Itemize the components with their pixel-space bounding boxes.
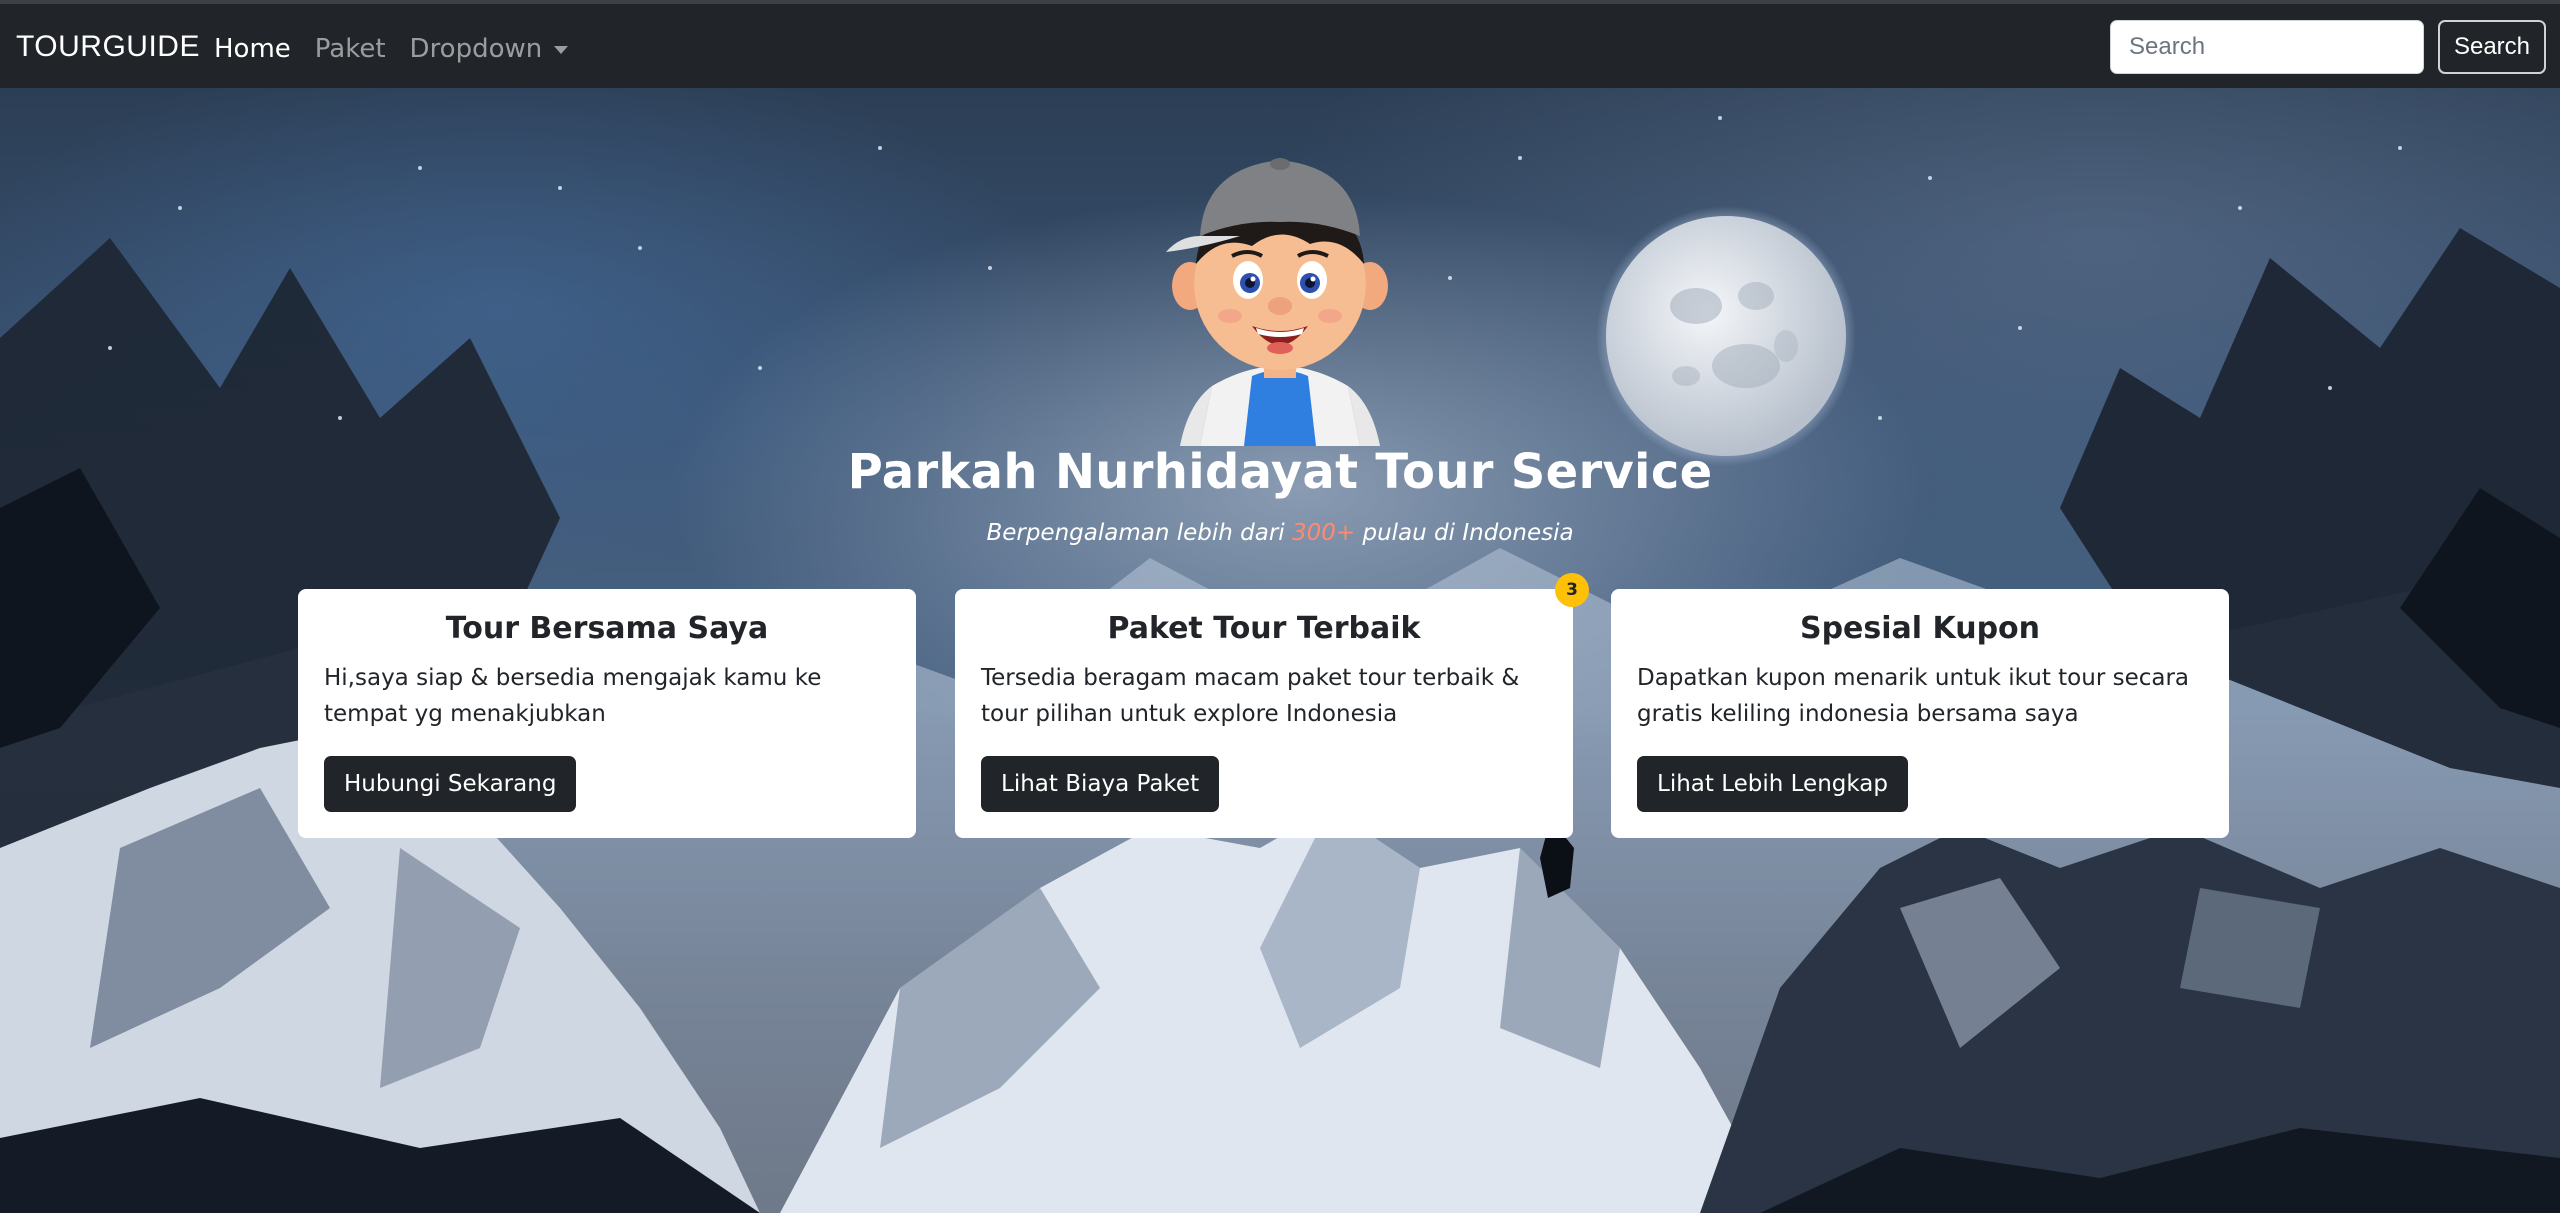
subtitle-highlight: 300+ xyxy=(1292,520,1356,546)
card-text: Hi,saya siap & bersedia mengajak kamu ke… xyxy=(324,665,822,727)
subtitle-text-before: Berpengalaman lebih dari xyxy=(986,520,1292,546)
card-title: Paket Tour Terbaik xyxy=(1107,611,1421,646)
nav-links: Home Paket Dropdown xyxy=(214,34,592,64)
view-package-price-button[interactable]: Lihat Biaya Paket xyxy=(981,756,1220,812)
nav-link-paket[interactable]: Paket xyxy=(315,34,386,64)
brand-logo[interactable]: TOURGUIDE xyxy=(16,30,200,64)
card-title: Tour Bersama Saya xyxy=(445,611,769,646)
notification-badge: 3 xyxy=(1555,573,1589,607)
card-text: Tersedia beragam macam paket tour terbai… xyxy=(981,665,1520,727)
full-moon-illustration xyxy=(1596,206,1856,466)
nav-dropdown-toggle[interactable]: Dropdown xyxy=(410,34,569,64)
view-more-button[interactable]: Lihat Lebih Lengkap xyxy=(1637,756,1908,812)
nav-link-home[interactable]: Home xyxy=(214,34,291,64)
chevron-down-icon xyxy=(554,46,569,54)
nav-dropdown-label: Dropdown xyxy=(409,34,543,64)
card-text: Dapatkan kupon menarik untuk ikut tour s… xyxy=(1637,665,2190,727)
page-title: Parkah Nurhidayat Tour Service xyxy=(847,444,1713,500)
search-button[interactable]: Search xyxy=(2438,20,2546,74)
contact-now-button[interactable]: Hubungi Sekarang xyxy=(324,756,577,812)
card-title: Spesial Kupon xyxy=(1799,611,2041,646)
card-spesial-kupon: Spesial Kupon Dapatkan kupon menarik unt… xyxy=(1611,589,2229,838)
page-subtitle: Berpengalaman lebih dari 300+ pulau di I… xyxy=(0,520,2560,546)
cartoon-boy-avatar xyxy=(1166,158,1388,446)
search-input[interactable] xyxy=(2110,20,2424,74)
card-paket-tour: Paket Tour Terbaik Tersedia beragam maca… xyxy=(955,589,1573,838)
nav-link-paket-label: Paket xyxy=(314,34,386,64)
navbar: TOURGUIDE Home Paket Dropdown Search xyxy=(0,0,2560,88)
card-tour-bersama: Tour Bersama Saya Hi,saya siap & bersedi… xyxy=(298,589,916,838)
subtitle-text-after: pulau di Indonesia xyxy=(1355,520,1574,546)
nav-link-home-label: Home xyxy=(214,34,291,64)
